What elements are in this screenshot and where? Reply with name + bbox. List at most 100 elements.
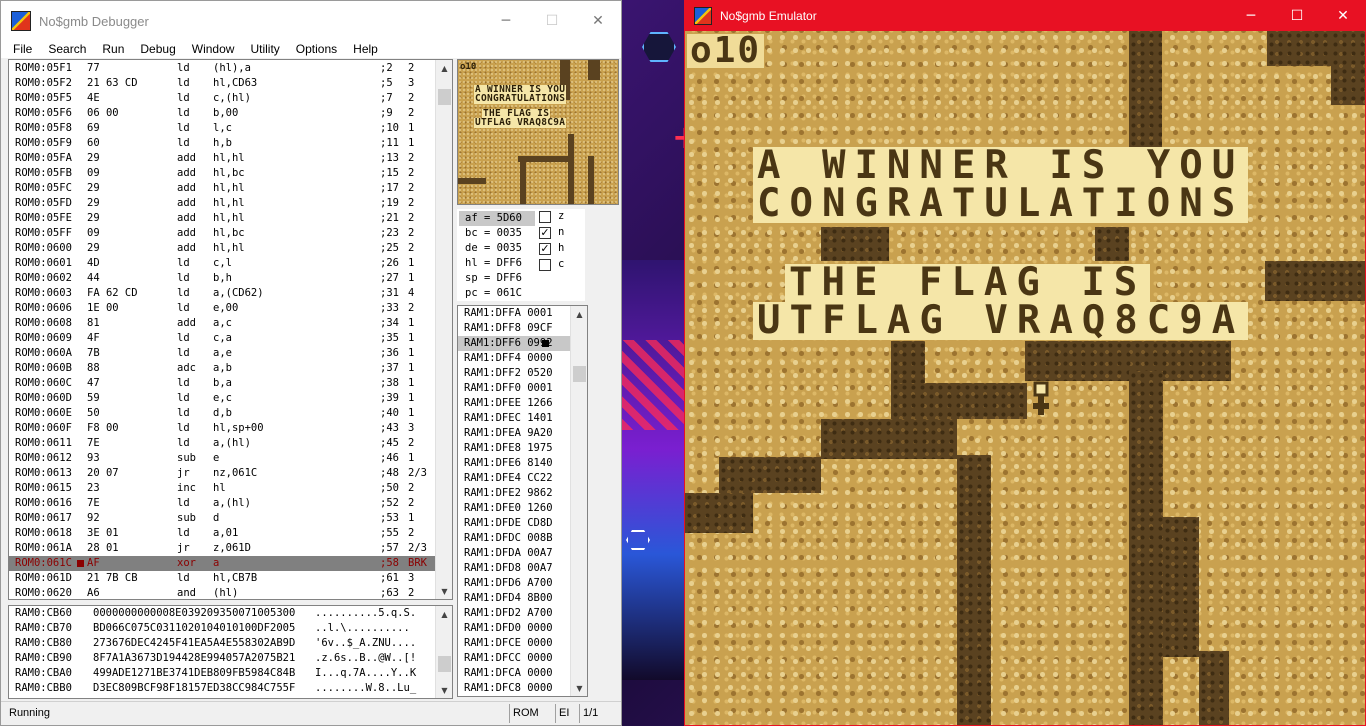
scroll-down-arrow-icon[interactable]: ▼ xyxy=(436,583,452,599)
disasm-row[interactable]: ROM0:0601 4D ld c,l ;26 1 xyxy=(9,256,436,271)
stack-row[interactable]: RAM1:DFE6 8140 xyxy=(458,456,587,471)
disasm-row[interactable]: ROM0:05F8 69 ld l,c ;10 1 xyxy=(9,121,436,136)
minimize-button[interactable]: ─ xyxy=(1228,0,1274,31)
stack-row[interactable]: RAM1:DFD2 A700 xyxy=(458,606,587,621)
register-af[interactable]: af = 5D60 xyxy=(459,211,535,226)
flag-checkbox[interactable] xyxy=(539,258,551,271)
memory-row[interactable]: RAM0:CB70 BD066C075C0311020104010100DF200… xyxy=(9,621,452,636)
menu-debug[interactable]: Debug xyxy=(132,42,183,56)
disasm-row[interactable]: ROM0:0618 3E 01 ld a,01 ;55 2 xyxy=(9,526,436,541)
disasm-row[interactable]: ROM0:0600 29 add hl,hl ;25 2 xyxy=(9,241,436,256)
scroll-thumb[interactable] xyxy=(438,89,451,105)
debugger-titlebar[interactable]: No$gmb Debugger ─ ☐ ✕ xyxy=(1,1,621,41)
flag-h[interactable]: ✓ h xyxy=(539,241,564,256)
disasm-row[interactable]: ROM0:05FE 29 add hl,hl ;21 2 xyxy=(9,211,436,226)
disasm-row[interactable]: ROM0:060C 47 ld b,a ;38 1 xyxy=(9,376,436,391)
disasm-row[interactable]: ROM0:0609 4F ld c,a ;35 1 xyxy=(9,331,436,346)
menu-window[interactable]: Window xyxy=(184,42,243,56)
scroll-thumb[interactable] xyxy=(573,366,586,382)
stack-row[interactable]: RAM1:DFD6 A700 xyxy=(458,576,587,591)
menu-help[interactable]: Help xyxy=(345,42,386,56)
memory-scrollbar[interactable]: ▲ ▼ xyxy=(435,606,452,698)
memory-dump-pane[interactable]: RAM0:CB60 0000000000008E03920935007100530… xyxy=(8,605,453,699)
disasm-row[interactable]: ROM0:0602 44 ld b,h ;27 1 xyxy=(9,271,436,286)
disasm-row[interactable]: ROM0:060D 59 ld e,c ;39 1 xyxy=(9,391,436,406)
menu-file[interactable]: File xyxy=(5,42,40,56)
stack-row[interactable]: RAM1:DFCE 0000 xyxy=(458,636,587,651)
disasm-row[interactable]: ROM0:0603 FA 62 CD ld a,(CD62) ;31 4 xyxy=(9,286,436,301)
stack-row[interactable]: RAM1:DFEC 1401 xyxy=(458,411,587,426)
disasm-row[interactable]: ROM0:0617 92 sub d ;53 1 xyxy=(9,511,436,526)
stack-row[interactable]: RAM1:DFD0 0000 xyxy=(458,621,587,636)
memory-row[interactable]: RAM0:CBA0 499ADE1271BE3741DEB809FB5984C84… xyxy=(9,666,452,681)
stack-row[interactable]: RAM1:DFF0 0001 xyxy=(458,381,587,396)
stack-scrollbar[interactable]: ▲ ▼ xyxy=(570,306,587,696)
stack-row[interactable]: RAM1:DFDA 00A7 xyxy=(458,546,587,561)
minimize-button[interactable]: ─ xyxy=(483,1,529,41)
stack-row[interactable]: RAM1:DFE0 1260 xyxy=(458,501,587,516)
disasm-row[interactable]: ROM0:0608 81 add a,c ;34 1 xyxy=(9,316,436,331)
maximize-button[interactable]: ☐ xyxy=(529,1,575,41)
memory-row[interactable]: RAM0:CBB0 D3EC809BCF98F18157ED38CC984C755… xyxy=(9,681,452,696)
disasm-row[interactable]: ROM0:0606 1E 00 ld e,00 ;33 2 xyxy=(9,301,436,316)
menu-search[interactable]: Search xyxy=(40,42,94,56)
emulator-titlebar[interactable]: No$gmb Emulator ─ ☐ ✕ xyxy=(684,0,1366,31)
register-pc[interactable]: pc = 061C xyxy=(459,286,535,301)
disassembly-pane[interactable]: ROM0:05F1 77 ld (hl),a ;2 2 ROM0:05F2 21 63 CD l… xyxy=(8,59,453,600)
disassembly-scrollbar[interactable]: ▲ ▼ xyxy=(435,60,452,599)
stack-row[interactable]: RAM1:DFD4 8B00 xyxy=(458,591,587,606)
stack-row[interactable]: RAM1:DFE8 1975 xyxy=(458,441,587,456)
disasm-row[interactable]: ROM0:060A 7B ld a,e ;36 1 xyxy=(9,346,436,361)
disasm-row[interactable]: ROM0:0620 A6 and (hl) ;63 2 xyxy=(9,586,436,599)
scroll-up-arrow-icon[interactable]: ▲ xyxy=(436,606,452,622)
close-button[interactable]: ✕ xyxy=(575,1,621,41)
disasm-row[interactable]: ROM0:0611 7E ld a,(hl) ;45 2 xyxy=(9,436,436,451)
disasm-row[interactable]: ROM0:05FA 29 add hl,hl ;13 2 xyxy=(9,151,436,166)
disasm-row[interactable]: ROM0:05F1 77 ld (hl),a ;2 2 xyxy=(9,61,436,76)
scroll-up-arrow-icon[interactable]: ▲ xyxy=(571,306,587,322)
disasm-row[interactable]: ROM0:05FF 09 add hl,bc ;23 2 xyxy=(9,226,436,241)
stack-row[interactable]: RAM1:DFF4 0000 xyxy=(458,351,587,366)
flag-checkbox[interactable]: ✓ xyxy=(539,226,551,239)
stack-row[interactable]: RAM1:DFE2 9862 xyxy=(458,486,587,501)
disasm-row[interactable]: ROM0:0612 93 sub e ;46 1 xyxy=(9,451,436,466)
disasm-row[interactable]: ROM0:05F6 06 00 ld b,00 ;9 2 xyxy=(9,106,436,121)
flag-checkbox[interactable]: ✓ xyxy=(539,242,551,255)
stack-row[interactable]: RAM1:DFCC 0000 xyxy=(458,651,587,666)
maximize-button[interactable]: ☐ xyxy=(1274,0,1320,31)
stack-row[interactable]: RAM1:DFF2 0520 xyxy=(458,366,587,381)
stack-row[interactable]: RAM1:DFC8 0000 xyxy=(458,681,587,696)
stack-row[interactable]: RAM1:DFD8 00A7 xyxy=(458,561,587,576)
flag-c[interactable]: c xyxy=(539,257,564,272)
stack-row[interactable]: RAM1:DFE4 CC22 xyxy=(458,471,587,486)
stack-row[interactable]: RAM1:DFDE CD8D xyxy=(458,516,587,531)
disasm-row[interactable]: ROM0:060B 88 adc a,b ;37 1 xyxy=(9,361,436,376)
disasm-row[interactable]: ROM0:061D 21 7B CB ld hl,CB7B ;61 3 xyxy=(9,571,436,586)
stack-row[interactable]: RAM1:DFFA 0001 xyxy=(458,306,587,321)
stack-row[interactable]: RAM1:DFF8 09CF xyxy=(458,321,587,336)
register-sp[interactable]: sp = DFF6 xyxy=(459,271,535,286)
scroll-up-arrow-icon[interactable]: ▲ xyxy=(436,60,452,76)
stack-pointer-row[interactable]: RAM1:DFF6 0992 xyxy=(458,336,587,351)
disasm-row[interactable]: ROM0:05FC 29 add hl,hl ;17 2 xyxy=(9,181,436,196)
disasm-row[interactable]: ROM0:05FB 09 add hl,bc ;15 2 xyxy=(9,166,436,181)
stack-row[interactable]: RAM1:DFCA 0000 xyxy=(458,666,587,681)
stack-row[interactable]: RAM1:DFEE 1266 xyxy=(458,396,587,411)
stack-row[interactable]: RAM1:DFEA 9A20 xyxy=(458,426,587,441)
close-button[interactable]: ✕ xyxy=(1320,0,1366,31)
disasm-row[interactable]: ROM0:061A 28 01 jr z,061D ;57 2/3 xyxy=(9,541,436,556)
memory-row[interactable]: RAM0:CB60 0000000000008E03920935007100530… xyxy=(9,606,452,621)
disasm-row[interactable]: ROM0:0615 23 inc hl ;50 2 xyxy=(9,481,436,496)
disasm-row[interactable]: ROM0:05F9 60 ld h,b ;11 1 xyxy=(9,136,436,151)
scroll-thumb[interactable] xyxy=(438,656,451,672)
disasm-row[interactable]: ROM0:0613 20 07 jr nz,061C ;48 2/3 xyxy=(9,466,436,481)
disasm-row[interactable]: ROM0:060F F8 00 ld hl,sp+00 ;43 3 xyxy=(9,421,436,436)
memory-row[interactable]: RAM0:CB80 273676DEC4245F41EA5A4E558302AB9… xyxy=(9,636,452,651)
menu-run[interactable]: Run xyxy=(94,42,132,56)
scroll-down-arrow-icon[interactable]: ▼ xyxy=(436,682,452,698)
flag-z[interactable]: z xyxy=(539,209,564,224)
flag-n[interactable]: ✓ n xyxy=(539,225,564,240)
register-bc[interactable]: bc = 0035 xyxy=(459,226,535,241)
disasm-row[interactable]: ROM0:05F5 4E ld c,(hl) ;7 2 xyxy=(9,91,436,106)
disasm-row[interactable]: ROM0:05FD 29 add hl,hl ;19 2 xyxy=(9,196,436,211)
